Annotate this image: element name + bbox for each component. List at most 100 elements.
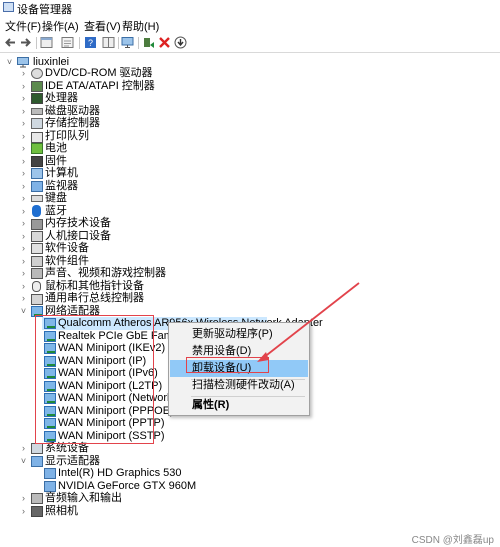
category-label: 处理器 (45, 92, 78, 104)
tree-category[interactable]: › 音频输入和输出 (20, 492, 320, 505)
display-item[interactable]: NVIDIA GeForce GTX 960M (42, 480, 342, 493)
tree-category[interactable]: › 处理器 (20, 92, 320, 105)
chevron-right-icon[interactable]: › (20, 281, 27, 292)
chevron-right-icon[interactable]: › (20, 256, 27, 267)
tree-category[interactable]: ˅ 显示适配器 (20, 455, 320, 468)
show-hidden-icon[interactable] (61, 36, 74, 49)
chevron-right-icon[interactable]: › (20, 181, 27, 192)
tree-category[interactable]: › 声音、视频和游戏控制器 (20, 267, 320, 280)
chevron-right-icon[interactable]: › (20, 231, 27, 242)
uninstall-x-icon[interactable] (158, 36, 171, 49)
chevron-right-icon[interactable]: › (20, 143, 27, 154)
annotation-box-uninstall (186, 357, 269, 373)
tree-category[interactable]: › 通用串行总线控制器 (20, 292, 320, 305)
chevron-right-icon[interactable]: › (20, 193, 27, 204)
menu-bar: 文件(F) 操作(A) 查看(V) 帮助(H) (0, 16, 500, 34)
menu-scan-hardware[interactable]: 扫描检测硬件改动(A) (170, 377, 308, 394)
chevron-right-icon[interactable]: › (20, 93, 27, 104)
menu-properties[interactable]: 属性(R) (170, 397, 308, 414)
svg-text:?: ? (88, 38, 93, 48)
tree-category[interactable]: › 监视器 (20, 180, 320, 193)
tree-category[interactable]: › 蓝牙 (20, 204, 320, 218)
chevron-right-icon[interactable]: › (20, 493, 27, 504)
category-label: 固件 (45, 154, 67, 167)
tree-category[interactable]: › 打印队列 (20, 130, 320, 143)
chevron-down-icon[interactable]: ˅ (20, 456, 27, 467)
back-icon[interactable] (4, 36, 17, 49)
display-item[interactable]: Intel(R) HD Graphics 530 (42, 467, 342, 480)
tree-category[interactable]: › 内存技术设备 (20, 217, 320, 230)
cpu-icon (31, 93, 43, 104)
audio-io-icon (31, 493, 43, 504)
device-tree: ˅ liuxinlei › DVD/CD-ROM 驱动器 › IDE ATA/ATA… (0, 53, 500, 523)
chevron-down-icon[interactable]: ˅ (20, 306, 27, 317)
tree-category[interactable]: › 计算机 (20, 167, 320, 180)
tree-category[interactable]: › 存储控制器 (20, 117, 320, 130)
properties-icon[interactable] (40, 36, 53, 49)
display-adapter-icon (31, 455, 43, 467)
update-driver-icon[interactable] (174, 36, 187, 49)
chevron-down-icon[interactable]: ˅ (6, 57, 13, 68)
menu-file[interactable]: 文件(F) (5, 18, 41, 34)
chevron-right-icon[interactable]: › (20, 218, 27, 229)
chevron-right-icon[interactable]: › (20, 106, 27, 117)
menu-action[interactable]: 操作(A) (42, 18, 79, 34)
ide-controller-icon (31, 80, 43, 92)
category-label: 声音、视频和游戏控制器 (45, 267, 166, 279)
view-icon[interactable] (102, 36, 115, 49)
help-icon[interactable]: ? (84, 36, 97, 49)
chevron-right-icon[interactable]: › (20, 506, 27, 517)
category-label: 电池 (45, 142, 67, 154)
category-label: 计算机 (45, 167, 78, 179)
printer-icon (31, 131, 43, 143)
tree-category[interactable]: › 软件设备 (20, 242, 320, 255)
category-label: 鼠标和其他指针设备 (45, 279, 144, 292)
category-label: 通用串行总线控制器 (45, 292, 144, 304)
menu-update-driver[interactable]: 更新驱动程序(P) (170, 326, 308, 343)
tree-category[interactable]: › 磁盘驱动器 (20, 105, 320, 118)
toolbar: ? (0, 34, 500, 53)
category-label: 监视器 (45, 179, 78, 192)
memory-icon (31, 219, 43, 230)
tree-category[interactable]: › 鼠标和其他指针设备 (20, 280, 320, 293)
category-label: 磁盘驱动器 (45, 104, 100, 117)
computer-icon[interactable] (121, 36, 134, 49)
chevron-right-icon[interactable]: › (20, 81, 27, 92)
software-device-icon (31, 243, 43, 254)
tree-category[interactable]: › 软件组件 (20, 255, 320, 268)
chevron-right-icon[interactable]: › (20, 168, 27, 179)
tree-category[interactable]: › 人机接口设备 (20, 230, 320, 243)
chevron-right-icon[interactable]: › (20, 156, 27, 167)
storage-controller-icon (31, 118, 43, 129)
mouse-icon (32, 280, 41, 292)
hid-icon (31, 230, 43, 242)
chevron-right-icon[interactable]: › (20, 206, 27, 217)
menu-view[interactable]: 查看(V) (84, 18, 121, 34)
tree-category[interactable]: › IDE ATA/ATAPI 控制器 (20, 80, 320, 93)
bluetooth-icon (32, 204, 41, 217)
tree-category[interactable]: › 键盘 (20, 192, 320, 205)
chevron-right-icon[interactable]: › (20, 118, 27, 129)
menu-help[interactable]: 帮助(H) (122, 18, 159, 34)
tree-category[interactable]: › DVD/CD-ROM 驱动器 (20, 67, 320, 80)
display-adapter-icon (44, 480, 56, 492)
tree-category[interactable]: › 固件 (20, 155, 320, 168)
software-component-icon (31, 255, 43, 267)
chevron-right-icon[interactable]: › (20, 243, 27, 254)
keyboard-icon (31, 195, 43, 202)
battery-icon (31, 143, 43, 154)
firmware-icon (31, 155, 43, 167)
chevron-right-icon[interactable]: › (20, 443, 27, 454)
tree-category[interactable]: › 照相机 (20, 505, 320, 518)
chevron-right-icon[interactable]: › (20, 68, 27, 79)
category-label: 蓝牙 (45, 204, 67, 217)
scan-icon[interactable] (142, 36, 155, 49)
chevron-right-icon[interactable]: › (20, 293, 27, 304)
camera-icon (31, 505, 43, 517)
category-label: DVD/CD-ROM 驱动器 (45, 67, 153, 79)
display-item-label: NVIDIA GeForce GTX 960M (58, 479, 197, 492)
chevron-right-icon[interactable]: › (20, 131, 27, 142)
chevron-right-icon[interactable]: › (20, 268, 27, 279)
tree-category[interactable]: › 电池 (20, 142, 320, 155)
forward-icon[interactable] (19, 36, 32, 49)
